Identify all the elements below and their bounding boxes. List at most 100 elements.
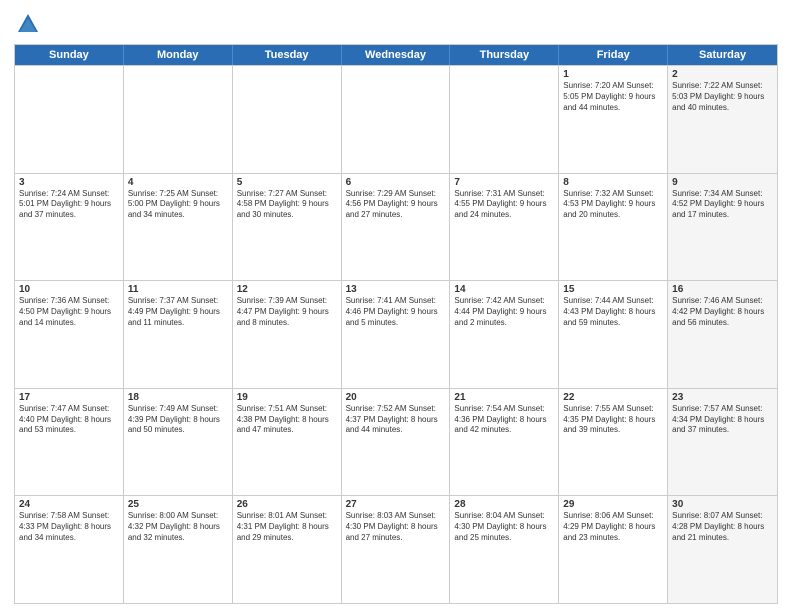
- cell-info: Sunrise: 7:34 AM Sunset: 4:52 PM Dayligh…: [672, 189, 773, 221]
- cal-cell-0-2: [233, 66, 342, 173]
- day-number: 16: [672, 284, 773, 295]
- calendar-header-row: SundayMondayTuesdayWednesdayThursdayFrid…: [15, 45, 777, 65]
- day-number: 17: [19, 392, 119, 403]
- cal-cell-1-2: 5Sunrise: 7:27 AM Sunset: 4:58 PM Daylig…: [233, 174, 342, 281]
- cell-info: Sunrise: 8:06 AM Sunset: 4:29 PM Dayligh…: [563, 511, 663, 543]
- cell-info: Sunrise: 8:07 AM Sunset: 4:28 PM Dayligh…: [672, 511, 773, 543]
- page: SundayMondayTuesdayWednesdayThursdayFrid…: [0, 0, 792, 612]
- cell-info: Sunrise: 7:41 AM Sunset: 4:46 PM Dayligh…: [346, 296, 446, 328]
- cell-info: Sunrise: 8:01 AM Sunset: 4:31 PM Dayligh…: [237, 511, 337, 543]
- cal-cell-3-1: 18Sunrise: 7:49 AM Sunset: 4:39 PM Dayli…: [124, 389, 233, 496]
- cal-cell-2-5: 15Sunrise: 7:44 AM Sunset: 4:43 PM Dayli…: [559, 281, 668, 388]
- day-number: 4: [128, 177, 228, 188]
- cell-info: Sunrise: 7:58 AM Sunset: 4:33 PM Dayligh…: [19, 511, 119, 543]
- cell-info: Sunrise: 7:55 AM Sunset: 4:35 PM Dayligh…: [563, 404, 663, 436]
- day-number: 5: [237, 177, 337, 188]
- cell-info: Sunrise: 7:29 AM Sunset: 4:56 PM Dayligh…: [346, 189, 446, 221]
- cal-cell-1-4: 7Sunrise: 7:31 AM Sunset: 4:55 PM Daylig…: [450, 174, 559, 281]
- cell-info: Sunrise: 7:36 AM Sunset: 4:50 PM Dayligh…: [19, 296, 119, 328]
- cal-cell-0-3: [342, 66, 451, 173]
- week-row-4: 24Sunrise: 7:58 AM Sunset: 4:33 PM Dayli…: [15, 495, 777, 603]
- col-header-thursday: Thursday: [450, 45, 559, 65]
- cell-info: Sunrise: 7:52 AM Sunset: 4:37 PM Dayligh…: [346, 404, 446, 436]
- cal-cell-0-0: [15, 66, 124, 173]
- cal-cell-3-2: 19Sunrise: 7:51 AM Sunset: 4:38 PM Dayli…: [233, 389, 342, 496]
- day-number: 7: [454, 177, 554, 188]
- col-header-monday: Monday: [124, 45, 233, 65]
- day-number: 26: [237, 499, 337, 510]
- week-row-1: 3Sunrise: 7:24 AM Sunset: 5:01 PM Daylig…: [15, 173, 777, 281]
- cal-cell-2-4: 14Sunrise: 7:42 AM Sunset: 4:44 PM Dayli…: [450, 281, 559, 388]
- col-header-tuesday: Tuesday: [233, 45, 342, 65]
- col-header-wednesday: Wednesday: [342, 45, 451, 65]
- cal-cell-4-3: 27Sunrise: 8:03 AM Sunset: 4:30 PM Dayli…: [342, 496, 451, 603]
- day-number: 18: [128, 392, 228, 403]
- cell-info: Sunrise: 7:42 AM Sunset: 4:44 PM Dayligh…: [454, 296, 554, 328]
- day-number: 21: [454, 392, 554, 403]
- week-row-2: 10Sunrise: 7:36 AM Sunset: 4:50 PM Dayli…: [15, 280, 777, 388]
- day-number: 2: [672, 69, 773, 80]
- cal-cell-3-5: 22Sunrise: 7:55 AM Sunset: 4:35 PM Dayli…: [559, 389, 668, 496]
- cell-info: Sunrise: 8:03 AM Sunset: 4:30 PM Dayligh…: [346, 511, 446, 543]
- cal-cell-4-2: 26Sunrise: 8:01 AM Sunset: 4:31 PM Dayli…: [233, 496, 342, 603]
- cal-cell-3-0: 17Sunrise: 7:47 AM Sunset: 4:40 PM Dayli…: [15, 389, 124, 496]
- cal-cell-3-6: 23Sunrise: 7:57 AM Sunset: 4:34 PM Dayli…: [668, 389, 777, 496]
- day-number: 9: [672, 177, 773, 188]
- cal-cell-1-3: 6Sunrise: 7:29 AM Sunset: 4:56 PM Daylig…: [342, 174, 451, 281]
- day-number: 19: [237, 392, 337, 403]
- cell-info: Sunrise: 7:57 AM Sunset: 4:34 PM Dayligh…: [672, 404, 773, 436]
- col-header-sunday: Sunday: [15, 45, 124, 65]
- day-number: 10: [19, 284, 119, 295]
- cell-info: Sunrise: 7:32 AM Sunset: 4:53 PM Dayligh…: [563, 189, 663, 221]
- cell-info: Sunrise: 8:00 AM Sunset: 4:32 PM Dayligh…: [128, 511, 228, 543]
- cell-info: Sunrise: 7:47 AM Sunset: 4:40 PM Dayligh…: [19, 404, 119, 436]
- day-number: 27: [346, 499, 446, 510]
- day-number: 11: [128, 284, 228, 295]
- cal-cell-2-0: 10Sunrise: 7:36 AM Sunset: 4:50 PM Dayli…: [15, 281, 124, 388]
- cal-cell-2-1: 11Sunrise: 7:37 AM Sunset: 4:49 PM Dayli…: [124, 281, 233, 388]
- cal-cell-4-1: 25Sunrise: 8:00 AM Sunset: 4:32 PM Dayli…: [124, 496, 233, 603]
- cell-info: Sunrise: 7:27 AM Sunset: 4:58 PM Dayligh…: [237, 189, 337, 221]
- cal-cell-4-4: 28Sunrise: 8:04 AM Sunset: 4:30 PM Dayli…: [450, 496, 559, 603]
- cal-cell-1-1: 4Sunrise: 7:25 AM Sunset: 5:00 PM Daylig…: [124, 174, 233, 281]
- cell-info: Sunrise: 7:51 AM Sunset: 4:38 PM Dayligh…: [237, 404, 337, 436]
- cal-cell-2-3: 13Sunrise: 7:41 AM Sunset: 4:46 PM Dayli…: [342, 281, 451, 388]
- cell-info: Sunrise: 7:49 AM Sunset: 4:39 PM Dayligh…: [128, 404, 228, 436]
- cal-cell-0-1: [124, 66, 233, 173]
- col-header-saturday: Saturday: [668, 45, 777, 65]
- header: [14, 10, 778, 38]
- day-number: 3: [19, 177, 119, 188]
- logo-icon: [14, 10, 42, 38]
- day-number: 23: [672, 392, 773, 403]
- cell-info: Sunrise: 7:54 AM Sunset: 4:36 PM Dayligh…: [454, 404, 554, 436]
- cal-cell-1-5: 8Sunrise: 7:32 AM Sunset: 4:53 PM Daylig…: [559, 174, 668, 281]
- cal-cell-2-6: 16Sunrise: 7:46 AM Sunset: 4:42 PM Dayli…: [668, 281, 777, 388]
- cell-info: Sunrise: 8:04 AM Sunset: 4:30 PM Dayligh…: [454, 511, 554, 543]
- logo: [14, 10, 46, 38]
- cell-info: Sunrise: 7:22 AM Sunset: 5:03 PM Dayligh…: [672, 81, 773, 113]
- cell-info: Sunrise: 7:31 AM Sunset: 4:55 PM Dayligh…: [454, 189, 554, 221]
- cal-cell-4-5: 29Sunrise: 8:06 AM Sunset: 4:29 PM Dayli…: [559, 496, 668, 603]
- calendar-body: 1Sunrise: 7:20 AM Sunset: 5:05 PM Daylig…: [15, 65, 777, 603]
- cal-cell-1-6: 9Sunrise: 7:34 AM Sunset: 4:52 PM Daylig…: [668, 174, 777, 281]
- cell-info: Sunrise: 7:46 AM Sunset: 4:42 PM Dayligh…: [672, 296, 773, 328]
- day-number: 13: [346, 284, 446, 295]
- day-number: 8: [563, 177, 663, 188]
- cell-info: Sunrise: 7:37 AM Sunset: 4:49 PM Dayligh…: [128, 296, 228, 328]
- cal-cell-0-5: 1Sunrise: 7:20 AM Sunset: 5:05 PM Daylig…: [559, 66, 668, 173]
- day-number: 25: [128, 499, 228, 510]
- cell-info: Sunrise: 7:39 AM Sunset: 4:47 PM Dayligh…: [237, 296, 337, 328]
- day-number: 14: [454, 284, 554, 295]
- cal-cell-0-6: 2Sunrise: 7:22 AM Sunset: 5:03 PM Daylig…: [668, 66, 777, 173]
- day-number: 20: [346, 392, 446, 403]
- day-number: 29: [563, 499, 663, 510]
- day-number: 30: [672, 499, 773, 510]
- cal-cell-3-3: 20Sunrise: 7:52 AM Sunset: 4:37 PM Dayli…: [342, 389, 451, 496]
- col-header-friday: Friday: [559, 45, 668, 65]
- cell-info: Sunrise: 7:25 AM Sunset: 5:00 PM Dayligh…: [128, 189, 228, 221]
- day-number: 6: [346, 177, 446, 188]
- cal-cell-0-4: [450, 66, 559, 173]
- cal-cell-4-6: 30Sunrise: 8:07 AM Sunset: 4:28 PM Dayli…: [668, 496, 777, 603]
- day-number: 24: [19, 499, 119, 510]
- day-number: 22: [563, 392, 663, 403]
